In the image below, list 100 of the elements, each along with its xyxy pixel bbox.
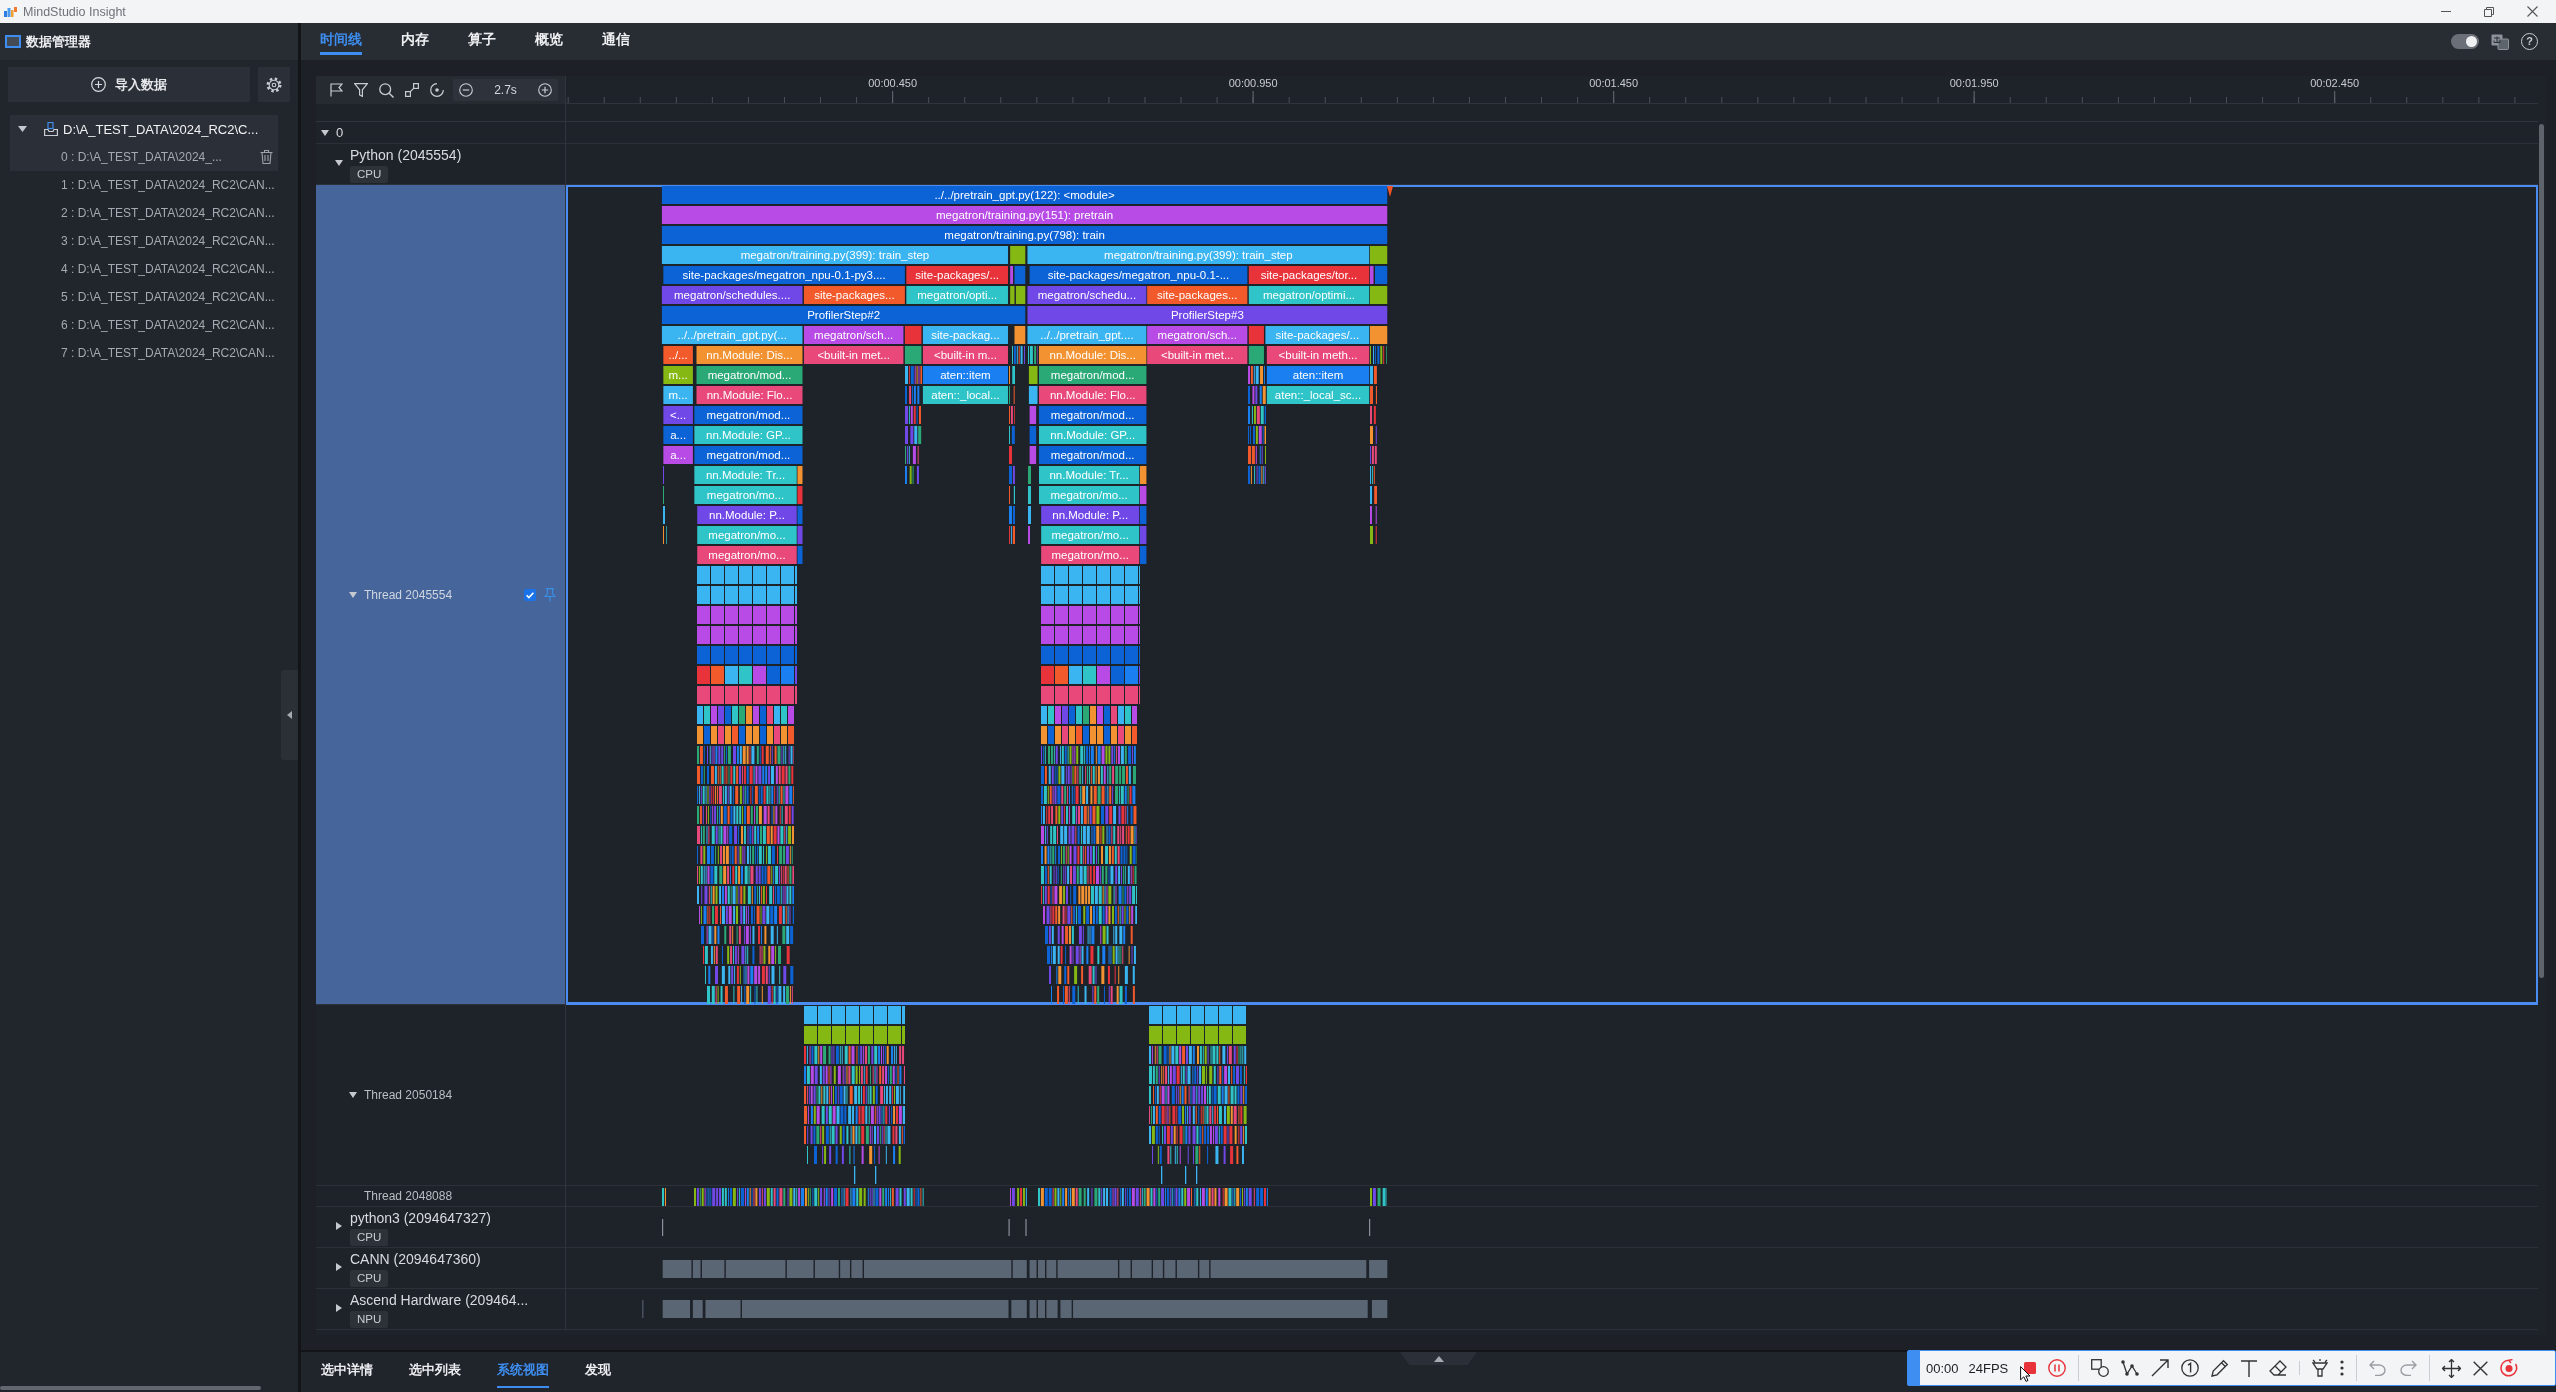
close-icon[interactable] <box>2527 6 2538 17</box>
flame-slice[interactable]: megatron/sch... <box>1147 326 1248 344</box>
number-marker-icon[interactable] <box>2181 1359 2200 1377</box>
track-header[interactable]: Thread 2050184 <box>316 1005 566 1186</box>
tab[interactable]: 发现 <box>585 1353 611 1388</box>
track-header[interactable]: Ascend Hardware (209464... NPU <box>316 1289 566 1330</box>
eraser-icon[interactable] <box>2269 1360 2288 1376</box>
flame-slice[interactable]: megatron/mod... <box>1039 406 1147 424</box>
zoom-out-icon[interactable] <box>459 83 473 97</box>
file-item[interactable]: 2 : D:\A_TEST_DATA\2024_RC2\CAN... <box>10 199 278 227</box>
flame-slice[interactable] <box>1015 286 1026 304</box>
flame-slice[interactable]: aten::item <box>922 366 1008 384</box>
flame-slice[interactable]: megatron/mo... <box>1041 526 1140 544</box>
search-icon[interactable] <box>379 82 394 98</box>
caret-icon[interactable] <box>336 1304 342 1312</box>
flame-slice[interactable]: site-packages/megatron_npu-0.1-... <box>1029 266 1248 284</box>
flame-slice[interactable] <box>1369 266 1374 284</box>
pause-icon[interactable] <box>2048 1359 2067 1377</box>
track-header[interactable]: Thread 2045554 <box>316 185 566 1005</box>
drag-handle[interactable] <box>1908 1351 1920 1385</box>
flame-slice[interactable]: megatron/mo... <box>697 526 797 544</box>
flame-slice[interactable]: megatron/sch... <box>803 326 904 344</box>
file-item[interactable]: 3 : D:\A_TEST_DATA\2024_RC2\CAN... <box>10 227 278 255</box>
flame-slice[interactable]: megatron/training.py(151): pretrain <box>661 206 1388 224</box>
flame-slice[interactable]: a... <box>663 446 693 464</box>
zoom-in-icon[interactable] <box>538 83 552 97</box>
toggle-switch[interactable] <box>2451 34 2479 49</box>
caret-icon[interactable] <box>336 1222 342 1230</box>
flame-slice[interactable] <box>1369 246 1388 264</box>
flame-slice[interactable]: megatron/schedu... <box>1027 286 1147 304</box>
flame-slice[interactable]: megatron/training.py(399): train_step <box>661 246 1008 264</box>
flame-slice[interactable]: megatron/mo... <box>1039 486 1140 504</box>
file-item[interactable]: 1 : D:\A_TEST_DATA\2024_RC2\CAN... <box>10 171 278 199</box>
flame-slice[interactable] <box>1248 346 1264 364</box>
tab[interactable]: 系统视图 <box>497 1353 549 1388</box>
move-icon[interactable] <box>2442 1358 2462 1378</box>
settings-button[interactable] <box>258 67 290 102</box>
collapse-handle[interactable] <box>281 670 298 760</box>
flame-slice[interactable] <box>1028 366 1038 384</box>
track-header[interactable]: Thread 2048088 <box>316 1186 566 1207</box>
flame-slice[interactable]: ../../pretrain_gpt.py(122): <module> <box>661 186 1388 204</box>
flame-slice[interactable] <box>904 326 922 344</box>
flame-slice[interactable]: m... <box>663 366 693 384</box>
flag-icon[interactable] <box>330 83 343 97</box>
import-button[interactable]: 导入数据 <box>8 67 250 102</box>
flame-slice[interactable]: nn.Module: Dis... <box>1039 346 1147 364</box>
filter-icon[interactable] <box>354 83 368 97</box>
file-item[interactable]: 0 : D:\A_TEST_DATA\2024_... <box>10 143 278 171</box>
flame-slice[interactable]: megatron/schedules.... <box>661 286 803 304</box>
flame-slice[interactable]: ../../pretrain_gpt.... <box>1027 326 1147 344</box>
flame-slice[interactable] <box>1369 286 1388 304</box>
shapes-icon[interactable] <box>2091 1359 2110 1377</box>
flame-slice[interactable]: megatron/mo... <box>1041 546 1140 564</box>
caret-icon[interactable] <box>321 129 329 136</box>
flame-slice[interactable]: m... <box>663 386 693 404</box>
text-tool-icon[interactable] <box>2241 1359 2258 1377</box>
flame-slice[interactable] <box>1029 446 1037 464</box>
redo-icon[interactable] <box>2399 1360 2418 1376</box>
flame-slice[interactable]: nn.Module: GP... <box>694 426 803 444</box>
restore-icon[interactable] <box>2484 6 2494 17</box>
flame-slice[interactable]: a... <box>663 426 693 444</box>
flame-slice[interactable] <box>1014 326 1026 344</box>
flame-slice[interactable]: nn.Module: Flo... <box>696 386 803 404</box>
arrow-icon[interactable] <box>2151 1359 2170 1377</box>
flame-slice[interactable]: megatron/mod... <box>694 406 803 424</box>
flame-slice[interactable]: site-packages... <box>803 286 905 304</box>
language-icon[interactable] <box>2491 33 2509 50</box>
flame-slice[interactable]: site-packages/tor... <box>1248 266 1370 284</box>
checkbox[interactable] <box>524 588 536 601</box>
flame-slice[interactable]: ProfilerStep#3 <box>1027 306 1388 324</box>
close-icon[interactable] <box>2473 1360 2489 1376</box>
flame-slice[interactable]: nn.Module: Flo... <box>1039 386 1147 404</box>
flame-slice[interactable]: nn.Module: P... <box>697 506 797 524</box>
flame-slice[interactable]: megatron/mo... <box>694 486 797 504</box>
tab[interactable]: 算子 <box>468 23 496 55</box>
track-header[interactable]: CANN (2094647360) CPU <box>316 1248 566 1289</box>
stop-icon[interactable] <box>2024 1362 2037 1374</box>
tab[interactable]: 选中列表 <box>409 1353 461 1388</box>
project-item[interactable]: D:\A_TEST_DATA\2024_RC2\C... <box>10 115 278 143</box>
flame-slice[interactable]: ProfilerStep#2 <box>661 306 1026 324</box>
flame-slice[interactable]: aten::_local... <box>922 386 1008 404</box>
caret-icon[interactable] <box>349 1092 357 1098</box>
flame-slice[interactable]: megatron/mod... <box>696 366 803 384</box>
tab[interactable]: 选中详情 <box>321 1353 373 1388</box>
scrollbar-thumb[interactable] <box>2539 124 2544 978</box>
flame-slice[interactable]: aten::item <box>1266 366 1370 384</box>
flame-slice[interactable]: <built-in meth... <box>1266 346 1370 364</box>
more-icon[interactable] <box>2340 1360 2345 1376</box>
scrollbar-thumb[interactable] <box>0 1386 261 1390</box>
flame-slice[interactable]: megatron/mod... <box>1039 366 1147 384</box>
flame-slice[interactable] <box>1139 466 1147 484</box>
flame-slice[interactable] <box>904 346 922 364</box>
flame-slice[interactable]: site-packag... <box>922 326 1008 344</box>
flame-slice[interactable]: megatron/training.py(798): train <box>661 226 1388 244</box>
flame-slice[interactable] <box>1139 486 1147 504</box>
polyline-icon[interactable] <box>2121 1359 2140 1377</box>
flame-slice[interactable]: <built-in met... <box>1147 346 1248 364</box>
flame-slice[interactable]: megatron/mod... <box>1039 446 1147 464</box>
flame-slice[interactable] <box>1010 286 1015 304</box>
track-header[interactable]: python3 (2094647327) CPU <box>316 1207 566 1248</box>
